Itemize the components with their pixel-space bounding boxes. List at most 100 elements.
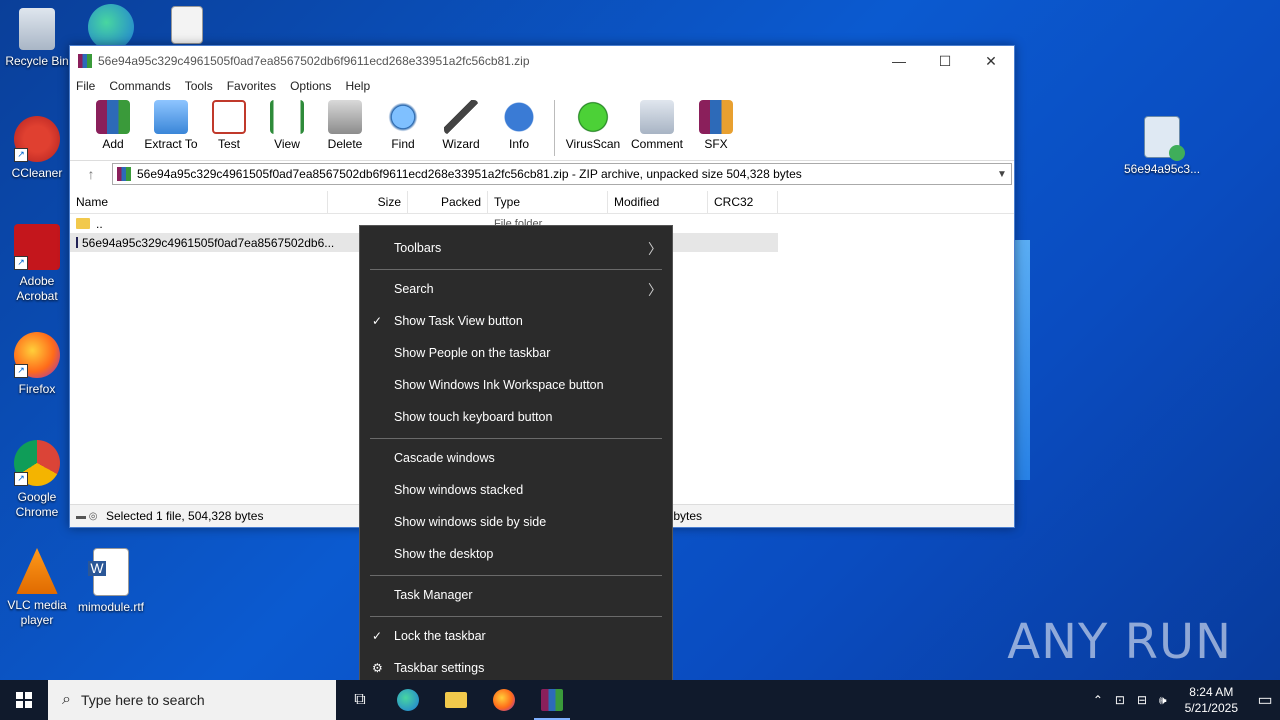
extract-to-button[interactable]: Extract To — [142, 96, 200, 151]
clock-time: 8:24 AM — [1189, 685, 1234, 699]
shortcut-arrow-icon: ↗ — [14, 256, 28, 270]
desktop-icon-vlc[interactable]: VLC media player — [2, 548, 72, 628]
view-label: View — [274, 137, 300, 151]
menu-bar: File Commands Tools Favorites Options He… — [70, 76, 1014, 96]
sfx-button[interactable]: SFX — [689, 96, 743, 151]
taskbar-edge[interactable] — [384, 680, 432, 720]
menu-item-cascade-windows[interactable]: Cascade windows — [394, 451, 495, 465]
desktop-icon-zip-file[interactable]: 56e94a95c3... — [1124, 116, 1200, 177]
menu-favorites[interactable]: Favorites — [227, 79, 276, 93]
add-button[interactable]: Add — [84, 96, 142, 151]
taskbar-context-menu: Toolbars 〉 Search 〉 ✓ Show Task View but… — [359, 225, 673, 694]
chevron-down-icon[interactable]: ▼ — [993, 169, 1011, 180]
display-icon[interactable]: ⊡ — [1115, 693, 1125, 707]
menu-item-windows-stacked[interactable]: Show windows stacked — [394, 483, 523, 497]
wizard-wand-icon — [444, 100, 478, 134]
comment-button[interactable]: Comment — [625, 96, 689, 151]
taskbar-firefox[interactable] — [480, 680, 528, 720]
comment-label: Comment — [630, 137, 683, 151]
add-label: Add — [102, 137, 124, 151]
maximize-button[interactable]: ☐ — [922, 53, 968, 70]
volume-icon[interactable]: 🕪 — [1159, 693, 1167, 708]
up-arrow-button[interactable]: ↑ — [70, 166, 112, 182]
network-icon[interactable]: ⊟ — [1137, 693, 1147, 707]
menu-item-show-touch-keyboard[interactable]: Show touch keyboard button — [394, 410, 552, 424]
view-button[interactable]: View — [258, 96, 316, 151]
menu-item-windows-side-by-side[interactable]: Show windows side by side — [394, 515, 546, 529]
menu-item-search[interactable]: Search — [394, 282, 434, 296]
taskbar-file-explorer[interactable] — [432, 680, 480, 720]
view-book-icon — [270, 100, 304, 134]
folder-icon — [76, 218, 90, 229]
desktop-icon-label: Google Chrome — [15, 490, 59, 519]
magnifier-icon — [386, 100, 420, 134]
zip-archive-icon — [117, 167, 131, 181]
extract-to-label: Extract To — [144, 137, 198, 151]
trash-icon — [328, 100, 362, 134]
column-modified[interactable]: Modified — [608, 191, 708, 213]
winrar-app-icon — [78, 54, 92, 68]
menu-commands[interactable]: Commands — [109, 79, 170, 93]
address-field[interactable]: 56e94a95c329c4961505f0ad7ea8567502db6f96… — [112, 163, 1012, 185]
menu-options[interactable]: Options — [290, 79, 331, 93]
column-size[interactable]: Size — [328, 191, 408, 213]
desktop-icon-recycle-bin[interactable]: Recycle Bin — [2, 8, 72, 69]
menu-item-toolbars[interactable]: Toolbars — [394, 241, 441, 255]
desktop-icon-label: mimodule.rtf — [77, 600, 145, 614]
desktop-icon-label: Recycle Bin — [5, 54, 69, 68]
menu-item-show-desktop[interactable]: Show the desktop — [394, 547, 493, 561]
test-button[interactable]: Test — [200, 96, 258, 151]
recycle-bin-icon — [19, 8, 55, 50]
desktop-icon-ccleaner[interactable]: ↗ CCleaner — [2, 116, 72, 181]
find-button[interactable]: Find — [374, 96, 432, 151]
desktop-icon-image-file[interactable] — [152, 6, 222, 48]
file-icon — [76, 237, 78, 248]
chevron-up-icon[interactable]: ⌃ — [1093, 693, 1103, 707]
row-name: .. — [96, 216, 103, 231]
menu-separator — [370, 575, 662, 576]
minimize-button[interactable]: — — [876, 53, 922, 69]
menu-item-show-people[interactable]: Show People on the taskbar — [394, 346, 550, 360]
close-button[interactable]: ✕ — [968, 53, 1014, 70]
task-view-button[interactable]: ⧉ — [336, 680, 384, 720]
menu-item-show-ink-workspace[interactable]: Show Windows Ink Workspace button — [394, 378, 604, 392]
chrome-icon: ↗ — [14, 440, 60, 486]
menu-item-lock-taskbar[interactable]: Lock the taskbar — [394, 629, 486, 643]
firefox-icon: ↗ — [14, 332, 60, 378]
column-name[interactable]: Name — [70, 191, 328, 213]
taskbar-search-box[interactable]: ⌕ Type here to search — [48, 680, 336, 720]
sfx-label: SFX — [704, 137, 728, 151]
virusscan-button[interactable]: VirusScan — [561, 96, 625, 151]
status-total: bytes — [673, 509, 702, 523]
menu-file[interactable]: File — [76, 79, 95, 93]
add-icon — [96, 100, 130, 134]
checkmark-icon: ✓ — [372, 629, 383, 643]
taskbar: ⌕ Type here to search ⧉ ⌃ ⊡ ⊟ 🕪 8:24 AM … — [0, 680, 1280, 720]
clock[interactable]: 8:24 AM 5/21/2025 — [1185, 684, 1238, 716]
clock-date: 5/21/2025 — [1184, 701, 1238, 715]
desktop-icon-firefox[interactable]: ↗ Firefox — [2, 332, 72, 397]
menu-item-taskbar-settings[interactable]: Taskbar settings — [394, 661, 484, 675]
wizard-button[interactable]: Wizard — [432, 96, 490, 151]
column-type[interactable]: Type — [488, 191, 608, 213]
column-crc32[interactable]: CRC32 — [708, 191, 778, 213]
title-bar[interactable]: 56e94a95c329c4961505f0ad7ea8567502db6f96… — [70, 46, 1014, 76]
menu-help[interactable]: Help — [345, 79, 370, 93]
winrar-icon — [541, 689, 563, 711]
taskbar-winrar[interactable] — [528, 680, 576, 720]
notification-icon[interactable]: ▭ — [1250, 690, 1280, 710]
menu-separator — [370, 438, 662, 439]
desktop-icon-mimodule[interactable]: W mimodule.rtf — [76, 548, 146, 615]
desktop-icon-adobe-acrobat[interactable]: ↗ Adobe Acrobat — [2, 224, 72, 304]
delete-button[interactable]: Delete — [316, 96, 374, 151]
desktop-icon-google-chrome[interactable]: ↗ Google Chrome — [2, 440, 72, 520]
menu-item-show-task-view[interactable]: Show Task View button — [394, 314, 523, 328]
menu-item-task-manager[interactable]: Task Manager — [394, 588, 473, 602]
desktop-icon-label: Adobe Acrobat — [16, 274, 58, 303]
start-button[interactable] — [0, 680, 48, 720]
info-button[interactable]: Info — [490, 96, 548, 151]
column-packed[interactable]: Packed — [408, 191, 488, 213]
menu-tools[interactable]: Tools — [185, 79, 213, 93]
desktop-icon-label: 56e94a95c3... — [1124, 162, 1201, 176]
windows-logo-icon — [16, 692, 32, 708]
